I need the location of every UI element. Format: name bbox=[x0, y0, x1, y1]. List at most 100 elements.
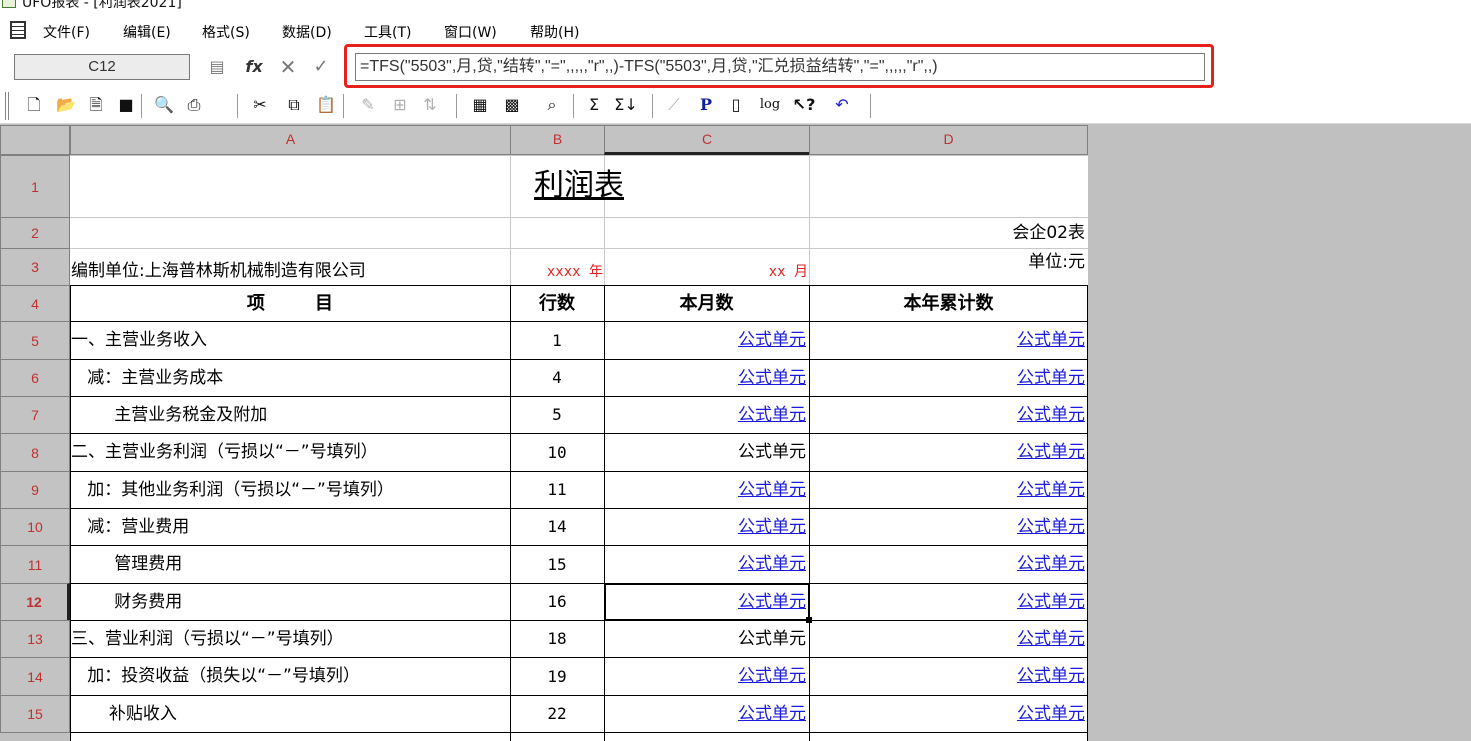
cell-a12[interactable]: 财务费用 bbox=[71, 584, 509, 620]
table-icon[interactable]: ▦ bbox=[468, 93, 492, 117]
cell-a8[interactable]: 二、主营业务利润（亏损以“－”号填列） bbox=[71, 434, 509, 471]
menu-file[interactable]: 文件(F) bbox=[43, 22, 90, 42]
print-preview-icon[interactable]: 🔍 bbox=[152, 93, 176, 117]
print-icon[interactable]: ⎙ bbox=[182, 93, 206, 117]
save-icon[interactable]: ■ bbox=[114, 93, 138, 117]
formula-input[interactable]: =TFS("5503",月,贷,"结转","=",,,,,"r",,)-TFS(… bbox=[355, 53, 1205, 81]
cell-b4[interactable]: 行数 bbox=[511, 286, 603, 321]
chart-icon[interactable]: ⟋ bbox=[662, 93, 686, 117]
cell-d8[interactable]: 公式单元 bbox=[810, 434, 1087, 471]
cell-c8[interactable]: 公式单元 bbox=[605, 434, 808, 471]
cell-c11[interactable]: 公式单元 bbox=[605, 546, 808, 583]
menu-tools[interactable]: 工具(T) bbox=[364, 22, 411, 42]
open-icon[interactable]: 📂 bbox=[54, 93, 78, 117]
cell-a9[interactable]: 加：其他业务利润（亏损以“－”号填列） bbox=[71, 472, 509, 508]
cell-c4[interactable]: 本月数 bbox=[605, 286, 808, 321]
row-header-13[interactable]: 13 bbox=[0, 620, 70, 658]
cell-d7[interactable]: 公式单元 bbox=[810, 397, 1087, 433]
cell-b13[interactable]: 18 bbox=[511, 621, 603, 657]
menu-edit[interactable]: 编辑(E) bbox=[123, 22, 171, 42]
cell-c6[interactable]: 公式单元 bbox=[605, 360, 808, 396]
row-header-4[interactable]: 4 bbox=[0, 285, 70, 322]
menu-data[interactable]: 数据(D) bbox=[282, 22, 332, 42]
calc-icon[interactable]: ▯ bbox=[724, 93, 748, 117]
cell-a14[interactable]: 加：投资收益（损失以“－”号填列） bbox=[71, 658, 509, 695]
row-header-11[interactable]: 11 bbox=[0, 545, 70, 584]
cell-d3[interactable]: 单位:元 bbox=[810, 249, 1087, 285]
cell-d11[interactable]: 公式单元 bbox=[810, 546, 1087, 583]
cell-d14[interactable]: 公式单元 bbox=[810, 658, 1087, 695]
column-header-a[interactable]: A bbox=[70, 125, 511, 155]
menu-format[interactable]: 格式(S) bbox=[202, 22, 250, 42]
paste-icon[interactable]: 📋 bbox=[314, 93, 338, 117]
row-header-9[interactable]: 9 bbox=[0, 471, 70, 509]
calculator-icon[interactable]: ▤ bbox=[206, 57, 228, 77]
row-header-5[interactable]: 5 bbox=[0, 321, 70, 360]
column-header-c[interactable]: C bbox=[604, 125, 810, 155]
row-header-1[interactable]: 1 bbox=[0, 155, 70, 218]
cell-c5[interactable]: 公式单元 bbox=[605, 322, 808, 359]
cell-b12[interactable]: 16 bbox=[511, 584, 603, 620]
help-icon[interactable]: ↖? bbox=[792, 93, 816, 117]
grid-icon[interactable]: ▩ bbox=[500, 93, 524, 117]
cell-c14[interactable]: 公式单元 bbox=[605, 658, 808, 695]
sum-down-icon[interactable]: Σ↓ bbox=[614, 93, 638, 117]
column-header-b[interactable]: B bbox=[510, 125, 605, 155]
cell-c15[interactable]: 公式单元 bbox=[605, 696, 808, 732]
cell-d10[interactable]: 公式单元 bbox=[810, 509, 1087, 545]
cell-b14[interactable]: 19 bbox=[511, 658, 603, 695]
cancel-edit-icon[interactable]: ✕ bbox=[277, 57, 299, 77]
row-header-8[interactable]: 8 bbox=[0, 433, 70, 472]
cell-b3[interactable]: xxxx 年 bbox=[511, 249, 603, 285]
cell-d12[interactable]: 公式单元 bbox=[810, 584, 1087, 620]
cell-b15[interactable]: 22 bbox=[511, 696, 603, 732]
cell-b8[interactable]: 10 bbox=[511, 434, 603, 471]
cell-d9[interactable]: 公式单元 bbox=[810, 472, 1087, 508]
cell-a11[interactable]: 管理费用 bbox=[71, 546, 509, 583]
cell-c7[interactable]: 公式单元 bbox=[605, 397, 808, 433]
cell-a10[interactable]: 减：营业费用 bbox=[71, 509, 509, 545]
find-icon[interactable]: ⌕ bbox=[540, 93, 564, 117]
row-header-14[interactable]: 14 bbox=[0, 657, 70, 696]
cell-b6[interactable]: 4 bbox=[511, 360, 603, 396]
insert-icon[interactable]: ⊞ bbox=[388, 93, 412, 117]
cell-b5[interactable]: 1 bbox=[511, 322, 603, 359]
cell-a5[interactable]: 一、主营业务收入 bbox=[71, 322, 509, 359]
document-menu-icon[interactable] bbox=[10, 21, 26, 39]
copy-icon[interactable]: ⧉ bbox=[282, 93, 306, 117]
cell-d4[interactable]: 本年累计数 bbox=[810, 286, 1087, 321]
cell-b9[interactable]: 11 bbox=[511, 472, 603, 508]
cell-d2[interactable]: 会企02表 bbox=[810, 218, 1087, 248]
menu-help[interactable]: 帮助(H) bbox=[530, 22, 579, 42]
cell-b7[interactable]: 5 bbox=[511, 397, 603, 433]
cell-c10[interactable]: 公式单元 bbox=[605, 509, 808, 545]
select-all-corner[interactable] bbox=[0, 125, 70, 155]
cell-d13[interactable]: 公式单元 bbox=[810, 621, 1087, 657]
sum-icon[interactable]: Σ bbox=[582, 93, 606, 117]
cell-a15[interactable]: 补贴收入 bbox=[71, 696, 509, 732]
new-icon[interactable]: 🗋 bbox=[22, 93, 46, 117]
cell-b10[interactable]: 14 bbox=[511, 509, 603, 545]
column-header-d[interactable]: D bbox=[809, 125, 1088, 155]
row-header-7[interactable]: 7 bbox=[0, 396, 70, 434]
preview-doc-icon[interactable]: 🗎 bbox=[84, 93, 108, 117]
log-icon[interactable]: log bbox=[758, 93, 782, 117]
menu-window[interactable]: 窗口(W) bbox=[444, 22, 497, 42]
cell-a3[interactable]: 编制单位:上海普林斯机械制造有限公司 bbox=[71, 249, 509, 285]
report-title[interactable]: 利润表 bbox=[70, 155, 1088, 217]
format-painter-icon[interactable]: ✎ bbox=[356, 93, 380, 117]
row-header-10[interactable]: 10 bbox=[0, 508, 70, 546]
cell-a13[interactable]: 三、营业利润（亏损以“－”号填列） bbox=[71, 621, 509, 657]
row-header-15[interactable]: 15 bbox=[0, 695, 70, 733]
cut-icon[interactable]: ✂ bbox=[248, 93, 272, 117]
cell-b11[interactable]: 15 bbox=[511, 546, 603, 583]
confirm-edit-icon[interactable]: ✓ bbox=[310, 57, 332, 77]
p-icon[interactable]: P bbox=[694, 93, 718, 117]
function-icon[interactable]: fx bbox=[243, 57, 265, 77]
cell-c3[interactable]: xx 月 bbox=[605, 249, 808, 285]
cell-reference-box[interactable]: C12 bbox=[14, 54, 190, 80]
cell-c9[interactable]: 公式单元 bbox=[605, 472, 808, 508]
cell-a6[interactable]: 减：主营业务成本 bbox=[71, 360, 509, 396]
undo-icon[interactable]: ↶ bbox=[830, 93, 854, 117]
cell-d15[interactable]: 公式单元 bbox=[810, 696, 1087, 732]
